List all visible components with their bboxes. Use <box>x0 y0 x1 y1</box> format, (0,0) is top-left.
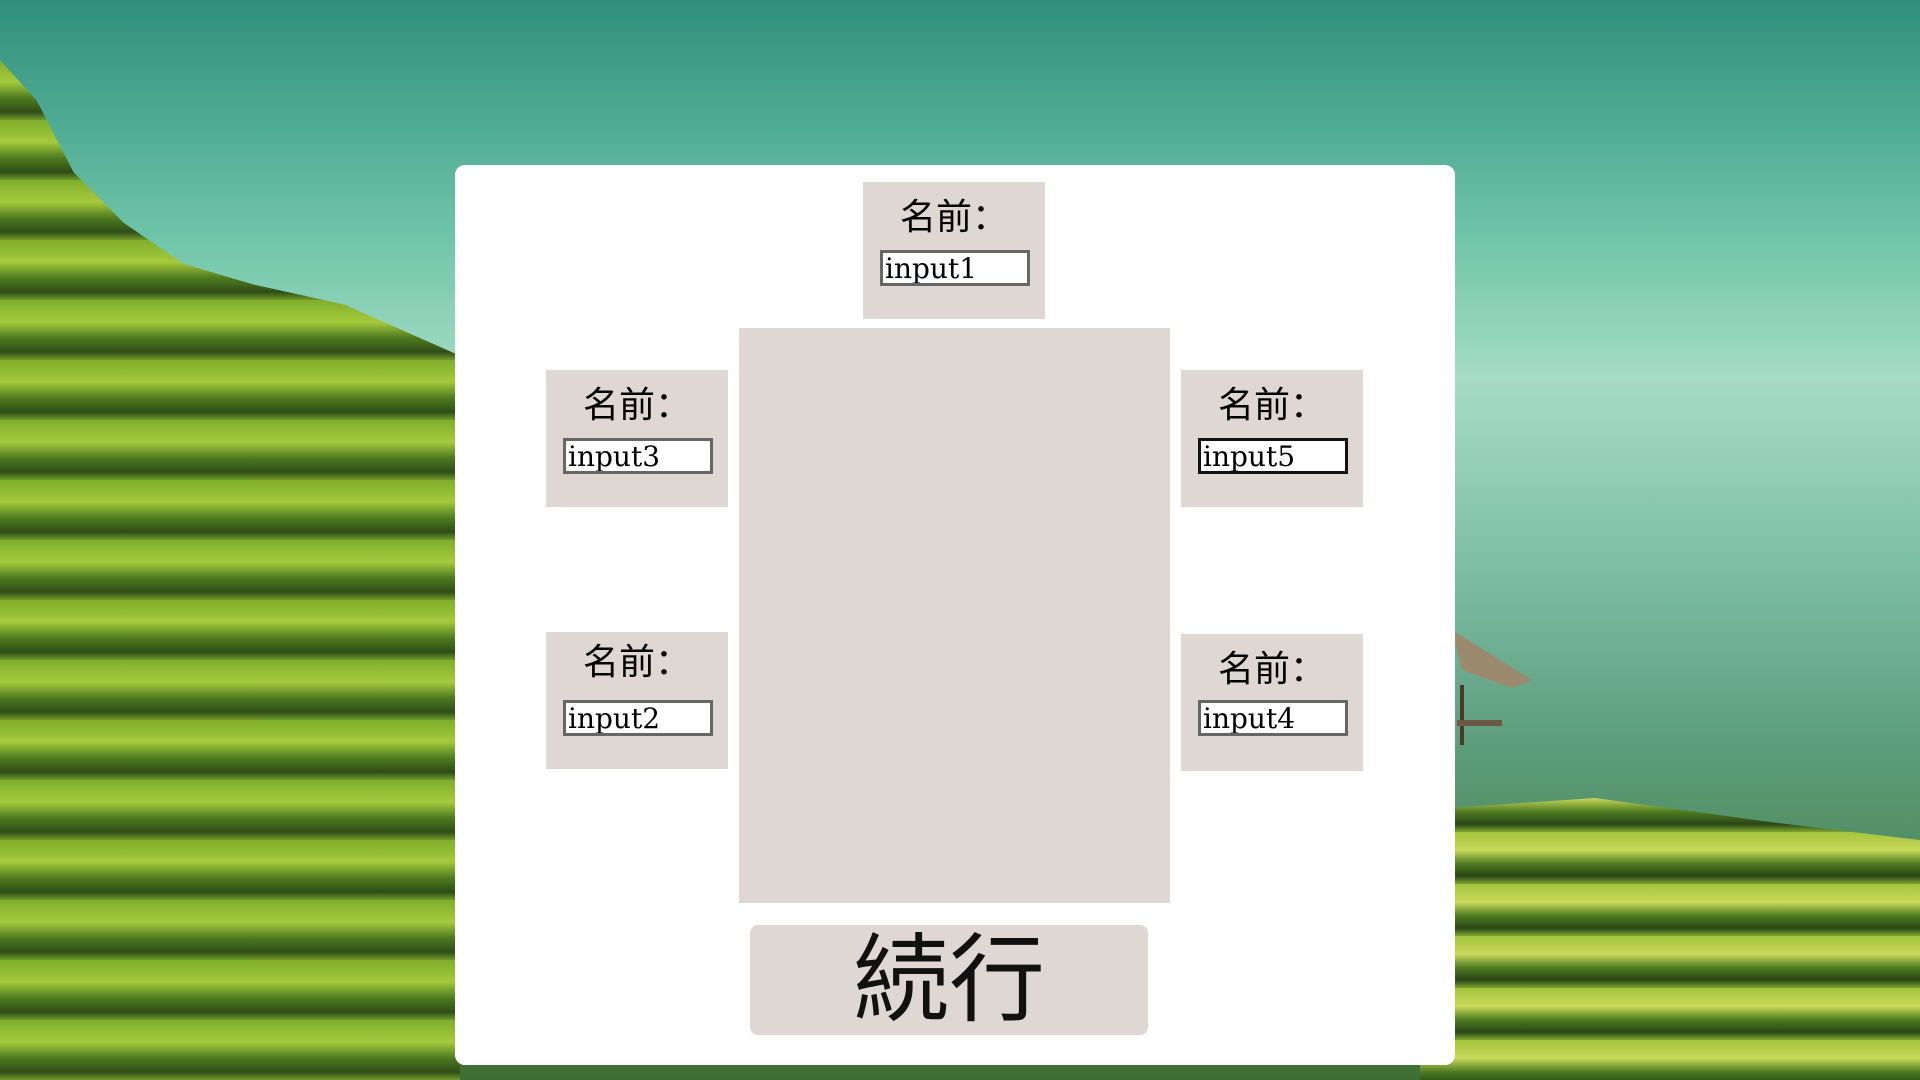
seat-left-lower: 名前： <box>546 632 728 769</box>
seat-name-label: 名前： <box>899 197 1008 238</box>
name-input-3[interactable] <box>563 438 713 474</box>
seat-name-label: 名前： <box>1217 385 1326 426</box>
name-input-5[interactable] <box>1198 438 1348 474</box>
hut-icon <box>1452 630 1532 745</box>
seat-left-upper: 名前： <box>546 370 728 507</box>
seat-name-label: 名前： <box>1217 649 1326 690</box>
name-input-2[interactable] <box>563 700 713 736</box>
continue-button[interactable]: 続行 <box>750 925 1148 1035</box>
seat-right-upper: 名前： <box>1181 370 1363 507</box>
seat-name-label: 名前： <box>582 642 691 683</box>
seat-right-lower: 名前： <box>1181 634 1363 771</box>
rice-terrace-hill <box>0 60 460 1080</box>
seat-top: 名前： <box>863 182 1045 319</box>
rice-terrace-right <box>1420 798 1920 1080</box>
table-area <box>739 328 1170 903</box>
seat-name-label: 名前： <box>582 385 691 426</box>
seating-panel: 名前： 名前： 名前： 名前： 名前： 続行 <box>455 165 1455 1065</box>
name-input-1[interactable] <box>880 250 1030 286</box>
name-input-4[interactable] <box>1198 700 1348 736</box>
